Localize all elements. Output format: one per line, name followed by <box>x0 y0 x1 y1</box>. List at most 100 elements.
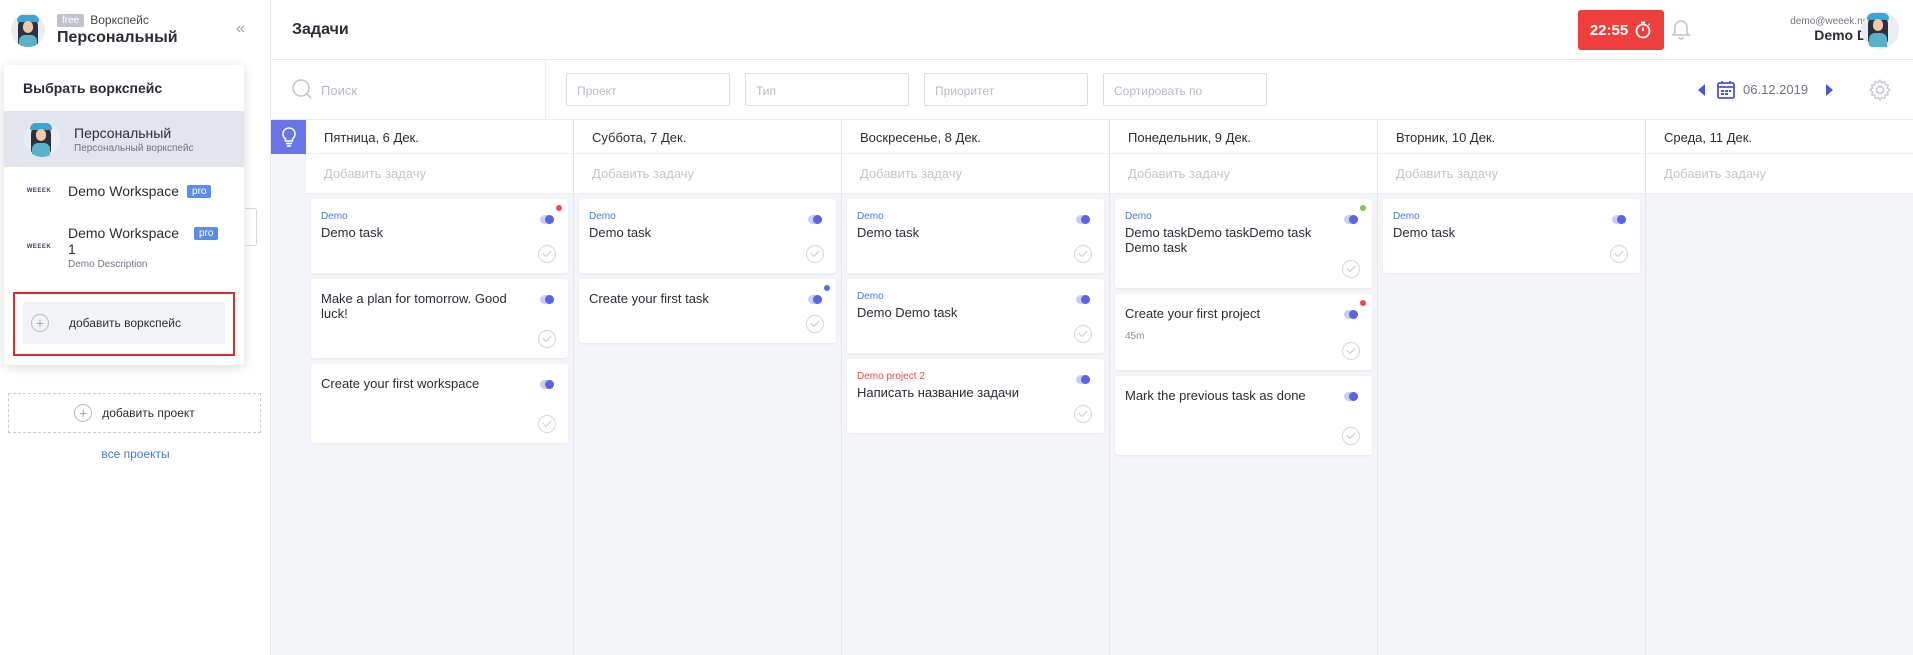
toggle-icon[interactable] <box>1344 310 1358 319</box>
stopwatch-icon <box>1635 21 1651 39</box>
type-filter[interactable]: Тип <box>745 73 909 106</box>
next-week-icon[interactable] <box>1826 83 1834 96</box>
search-input[interactable] <box>321 76 501 104</box>
complete-check-icon[interactable] <box>806 245 824 263</box>
task-card[interactable]: Demo Demo Demo task <box>847 279 1104 353</box>
priority-filter[interactable]: Приоритет <box>924 73 1088 106</box>
priority-dot <box>1360 205 1366 211</box>
filter-bar: Проект Тип Приоритет Сортировать по 06.1… <box>271 60 1913 120</box>
task-card[interactable]: Create your first task <box>579 279 836 343</box>
add-task-button[interactable]: Добавить задачу <box>574 154 841 194</box>
add-task-button[interactable]: Добавить задачу <box>842 154 1109 194</box>
task-title: Demo task <box>1393 225 1456 240</box>
toggle-icon[interactable] <box>1076 375 1090 384</box>
task-card[interactable]: Demo Demo task <box>847 199 1104 273</box>
task-project[interactable]: Demo <box>857 291 1094 302</box>
lightbulb-icon <box>281 127 296 147</box>
toggle-icon[interactable] <box>540 215 554 224</box>
workspace-switcher[interactable]: free Воркспейс Персональный « <box>0 0 270 60</box>
priority-dot <box>1360 300 1366 306</box>
divider <box>545 60 546 120</box>
tips-button[interactable] <box>271 120 306 154</box>
gear-icon[interactable] <box>1868 78 1892 102</box>
toggle-icon[interactable] <box>540 295 554 304</box>
task-card[interactable]: Create your first project 45m <box>1115 294 1372 370</box>
toggle-icon[interactable] <box>808 295 822 304</box>
toggle-icon[interactable] <box>1076 215 1090 224</box>
search-icon <box>292 79 312 99</box>
complete-check-icon[interactable] <box>1074 325 1092 343</box>
task-project[interactable]: Demo <box>321 211 558 222</box>
complete-check-icon[interactable] <box>1342 260 1360 278</box>
sidebar-input-edge <box>245 208 257 246</box>
priority-dot <box>824 285 830 291</box>
task-project[interactable]: Demo <box>1125 211 1362 222</box>
complete-check-icon[interactable] <box>538 330 556 348</box>
day-column: Среда, 11 Дек. Добавить задачу <box>1646 120 1913 655</box>
task-card[interactable]: Create your first workspace <box>311 364 568 443</box>
toggle-icon[interactable] <box>1344 392 1358 401</box>
complete-check-icon[interactable] <box>538 245 556 263</box>
workspace-option-demo[interactable]: WEEEK Demo Workspace pro <box>4 167 244 215</box>
task-project[interactable]: Demo project 2 <box>857 371 1094 382</box>
workspace-option-name: Demo Workspace <box>68 183 180 199</box>
task-title: Demo task <box>857 225 920 240</box>
task-card[interactable]: Demo project 2 Написать название задачи <box>847 359 1104 433</box>
workspace-option-personal[interactable]: Персональный Персональный воркспейс <box>4 111 244 167</box>
bell-icon[interactable] <box>1671 18 1691 40</box>
task-card[interactable]: Demo Demo taskDemo taskDemo task Demo tas… <box>1115 199 1372 288</box>
user-info[interactable]: demo@weeek.net Demo D. <box>1751 16 1871 43</box>
complete-check-icon[interactable] <box>1342 342 1360 360</box>
toggle-icon[interactable] <box>540 380 554 389</box>
project-filter[interactable]: Проект <box>566 73 730 106</box>
task-board: Пятница, 6 Дек. Добавить задачу Demo Demo t… <box>271 120 1913 655</box>
complete-check-icon[interactable] <box>1342 427 1360 445</box>
add-task-button[interactable]: Добавить задачу <box>1646 154 1913 194</box>
complete-check-icon[interactable] <box>538 415 556 433</box>
timer-value: 22:55 <box>1589 21 1629 39</box>
task-card[interactable]: Demo Demo task <box>311 199 568 273</box>
toggle-icon[interactable] <box>808 215 822 224</box>
toggle-icon[interactable] <box>1612 215 1626 224</box>
toggle-icon[interactable] <box>1076 295 1090 304</box>
pro-badge: pro <box>187 184 212 198</box>
add-task-button[interactable]: Добавить задачу <box>1110 154 1377 194</box>
task-list: Demo Demo taskDemo taskDemo task Demo tas… <box>1110 194 1377 455</box>
task-project[interactable]: Demo <box>857 211 1094 222</box>
collapse-sidebar-icon[interactable]: « <box>236 20 245 38</box>
prev-week-icon[interactable] <box>1698 83 1705 96</box>
add-task-button[interactable]: Добавить задачу <box>1378 154 1645 194</box>
task-card[interactable]: Mark the previous task as done <box>1115 376 1372 455</box>
workspace-dropdown: Выбрать воркспейс Персональный Персональ… <box>4 65 244 365</box>
day-column: Вторник, 10 Дек. Добавить задачу Demo Demo … <box>1378 120 1646 655</box>
complete-check-icon[interactable] <box>806 315 824 333</box>
task-project[interactable]: Demo <box>1393 211 1630 222</box>
user-avatar[interactable] <box>1861 11 1899 49</box>
calendar-icon[interactable] <box>1717 80 1735 99</box>
task-project[interactable]: Demo <box>589 211 826 222</box>
complete-check-icon[interactable] <box>1074 405 1092 423</box>
all-projects-link[interactable]: все проекты <box>0 447 271 461</box>
add-project-button[interactable]: + добавить проект <box>8 393 261 433</box>
day-header: Суббота, 7 Дек. <box>574 120 841 154</box>
toggle-icon[interactable] <box>1344 215 1358 224</box>
complete-check-icon[interactable] <box>1610 245 1628 263</box>
add-task-button[interactable]: Добавить задачу <box>306 154 573 194</box>
workspace-option-sub: Персональный воркспейс <box>74 142 194 154</box>
workspace-option-name: Персональный <box>74 124 172 141</box>
task-list <box>1646 194 1913 199</box>
date-navigation: 06.12.2019 <box>1698 80 1834 99</box>
task-title: Create your first workspace <box>321 376 480 391</box>
current-date: 06.12.2019 <box>1743 82 1809 97</box>
complete-check-icon[interactable] <box>1074 245 1092 263</box>
task-card[interactable]: Demo Demo task <box>1383 199 1640 273</box>
workspace-option-demo-1[interactable]: WEEEK Demo Workspace 1 pro Demo Descript… <box>4 215 244 279</box>
timer-button[interactable]: 22:55 <box>1578 10 1664 50</box>
task-title: Demo task <box>321 225 384 240</box>
task-card[interactable]: Make a plan for tomorrow. Good luck! <box>311 279 568 358</box>
task-card[interactable]: Demo Demo task <box>579 199 836 273</box>
add-workspace-button[interactable]: + добавить воркспейс <box>23 302 225 344</box>
add-workspace-label: добавить воркспейс <box>69 316 181 330</box>
task-title: Написать название задачи <box>857 385 1019 400</box>
sort-filter[interactable]: Сортировать по <box>1103 73 1267 106</box>
